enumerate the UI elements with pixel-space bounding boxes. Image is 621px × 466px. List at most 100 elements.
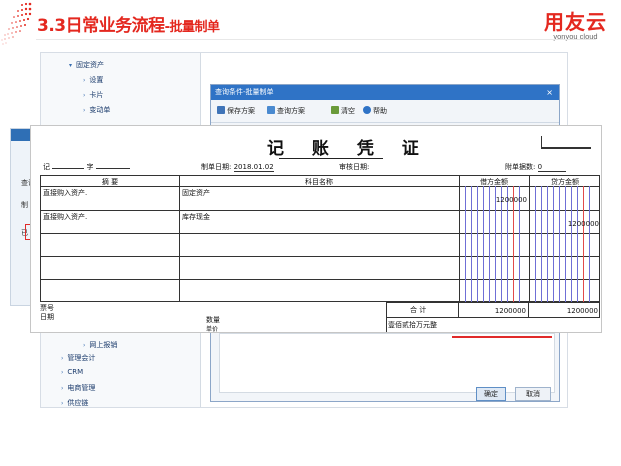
slide-title: 3.3日常业务流程-批量制单 <box>37 11 220 36</box>
voucher-no-field[interactable] <box>95 168 130 169</box>
voucher-attach-value[interactable]: 0 <box>537 163 566 172</box>
slide: 3.3日常业务流程-批量制单 用友云 yonyou cloud ▾ 固定资产 › 设… <box>0 0 621 466</box>
nav-item-crm[interactable]: › CRM <box>61 368 83 376</box>
footer-col-line <box>528 302 529 317</box>
nav-item-label: 设置 <box>89 76 104 84</box>
voucher-date: 制单日期: 2018.01.02 <box>201 162 274 172</box>
nav-item-label: 供应链 <box>67 399 89 407</box>
column-header-summary: 摘 要 <box>101 178 119 186</box>
entry-1-debit[interactable]: 1200000 <box>461 196 527 204</box>
help-button[interactable]: 帮助 <box>363 106 387 116</box>
decorative-dots <box>1 2 32 45</box>
query-plan-icon <box>267 106 275 114</box>
footer-col-line <box>599 302 600 317</box>
save-plan-label: 保存方案 <box>227 107 255 115</box>
header-divider <box>36 39 596 40</box>
save-plan-button[interactable]: 保存方案 <box>217 106 255 116</box>
save-icon <box>217 106 225 114</box>
nav-item-label: 变动单 <box>89 106 111 114</box>
nav-item-label: 电商管理 <box>67 384 96 392</box>
chevron-right-icon: › <box>83 107 86 114</box>
nav-item-fixed-assets[interactable]: ▾ 固定资产 <box>69 60 104 70</box>
voucher-type: 记 字 <box>43 162 130 172</box>
grid-row-line <box>41 233 599 234</box>
entry-2-summary[interactable]: 直接购入资产. <box>43 212 87 222</box>
nav-item-label: 固定资产 <box>76 61 105 69</box>
column-header-credit: 贷方金额 <box>551 178 579 186</box>
voucher-type-field[interactable] <box>52 168 85 169</box>
logo-cn-text: 用友云 <box>544 10 607 34</box>
clear-icon <box>331 106 339 114</box>
dialog-content-area <box>219 333 555 393</box>
cancel-button[interactable]: 取消 <box>515 387 551 401</box>
grid-row-line <box>41 256 599 257</box>
nav-item-supply-chain[interactable]: › 供应链 <box>61 398 88 408</box>
nav-item-label: 管理会计 <box>67 354 96 362</box>
yonyou-logo: 用友云 yonyou cloud <box>544 6 607 41</box>
nav-item-label: 网上报销 <box>89 341 118 349</box>
grid-col-line <box>179 176 180 301</box>
voucher-number-underline <box>541 148 591 149</box>
total-debit: 1200000 <box>494 307 526 315</box>
dialog-title: 查询条件-批量制单 <box>211 85 559 100</box>
voucher-audit-date: 审核日期: <box>339 162 369 172</box>
voucher-attachments: 附单据数: 0 <box>505 162 566 172</box>
accounting-voucher: 记 账 凭 证 记 字 制单日期: 2018.01.02 审核日期: 附单据数:… <box>30 125 602 333</box>
close-icon[interactable]: × <box>546 85 553 100</box>
grid-col-line <box>529 176 530 301</box>
entry-2-account[interactable]: 库存现金 <box>182 212 210 222</box>
help-icon <box>363 106 371 114</box>
voucher-date-label: 制单日期: <box>201 163 232 171</box>
chevron-right-icon: › <box>83 342 86 349</box>
voucher-date-value[interactable]: 2018.01.02 <box>233 163 274 172</box>
nav-item-label: 卡片 <box>89 91 104 99</box>
nav-item-cards[interactable]: › 卡片 <box>83 90 103 100</box>
query-plan-button[interactable]: 查询方案 <box>267 106 305 116</box>
nav-item-change-order[interactable]: › 变动单 <box>83 105 110 115</box>
voucher-footer: 票号 日期 数量 单价 合 计 1200000 1200000 壹佰贰拾万元整 <box>40 302 600 333</box>
highlight-underline <box>452 336 552 338</box>
unit-price-label: 单价 <box>206 326 219 333</box>
nav-item-management-accounting[interactable]: › 管理会计 <box>61 353 95 363</box>
chevron-right-icon: › <box>61 355 64 362</box>
entry-1-account[interactable]: 固定资产 <box>182 188 210 198</box>
query-plan-label: 查询方案 <box>277 107 305 115</box>
entry-2-credit[interactable]: 1200000 <box>531 220 599 228</box>
column-header-account: 科目名称 <box>305 178 333 186</box>
voucher-title-underline <box>279 158 383 159</box>
voucher-title: 记 账 凭 证 <box>267 139 430 159</box>
help-label: 帮助 <box>373 107 387 115</box>
slide-title-main: 3.3日常业务流程 <box>37 16 165 36</box>
left-panel-text-make: 制 <box>21 201 28 209</box>
entry-1-summary[interactable]: 直接购入资产. <box>43 188 87 198</box>
voucher-type-label: 记 <box>43 163 50 171</box>
footer-col-line <box>458 302 459 317</box>
nav-item-settings[interactable]: › 设置 <box>83 75 103 85</box>
footer-line <box>386 317 600 318</box>
dialog-toolbar: 保存方案 查询方案 清空 帮助 <box>211 101 559 123</box>
chevron-right-icon: › <box>61 385 64 392</box>
chevron-down-icon: ▾ <box>69 62 73 69</box>
grid-row-line <box>41 210 599 211</box>
footer-line <box>386 302 600 303</box>
voucher-no-label: 字 <box>86 163 94 171</box>
nav-item-ecommerce[interactable]: › 电商管理 <box>61 383 95 393</box>
clear-label: 清空 <box>341 107 355 115</box>
column-header-debit: 借方金额 <box>480 178 508 186</box>
footer-col-line <box>386 302 387 332</box>
voucher-entry-grid: 摘 要 科目名称 借方金额 贷方金额 直接购入资产. 固定资产 1200000 … <box>40 175 600 302</box>
total-label: 合 计 <box>410 306 427 314</box>
clear-button[interactable]: 清空 <box>331 106 355 116</box>
nav-item-online-reimburse[interactable]: › 网上报销 <box>83 340 117 350</box>
amount-in-words: 壹佰贰拾万元整 <box>388 321 437 329</box>
voucher-number-box <box>541 136 591 148</box>
slide-title-sub: -批量制单 <box>164 20 220 35</box>
chevron-right-icon: › <box>83 92 86 99</box>
grid-row-line <box>41 279 599 280</box>
voucher-attach-label: 附单据数: <box>505 163 536 171</box>
bill-date-label: 日期 <box>40 313 54 321</box>
chevron-right-icon: › <box>61 400 64 407</box>
ok-button[interactable]: 确定 <box>476 387 506 401</box>
voucher-audit-label: 审核日期: <box>339 163 370 171</box>
chevron-right-icon: › <box>61 369 64 376</box>
